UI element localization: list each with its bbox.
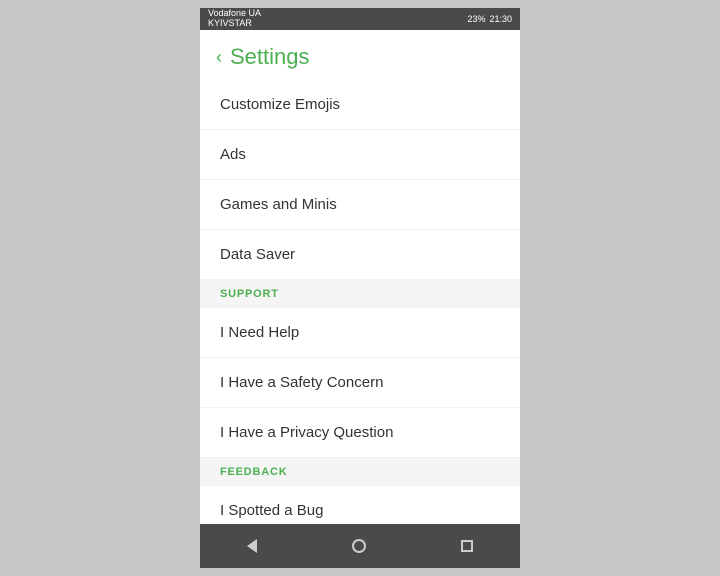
menu-item-customize-emojis[interactable]: Customize Emojis xyxy=(200,80,520,130)
app-content: ‹ Settings Customize Emojis Ads Games an… xyxy=(200,30,520,524)
network-name: KYIVSTAR xyxy=(208,19,261,29)
section-support: I Need Help I Have a Safety Concern I Ha… xyxy=(200,308,520,458)
menu-item-i-have-a-privacy-question[interactable]: I Have a Privacy Question xyxy=(200,408,520,458)
back-arrow-icon[interactable]: ‹ xyxy=(216,48,222,66)
menu-item-i-spotted-a-bug[interactable]: I Spotted a Bug xyxy=(200,486,520,524)
section-header-support: SUPPORT xyxy=(200,280,520,308)
status-right: 23% 21:30 xyxy=(467,14,512,24)
phone-frame: Vodafone UA KYIVSTAR 23% 21:30 ‹ Setting… xyxy=(200,8,520,568)
carrier-info: Vodafone UA KYIVSTAR xyxy=(208,9,261,29)
settings-header: ‹ Settings xyxy=(200,30,520,80)
battery-level: 23% xyxy=(467,14,485,24)
nav-bar xyxy=(200,524,520,568)
menu-item-data-saver[interactable]: Data Saver xyxy=(200,230,520,280)
menu-item-i-have-a-safety-concern[interactable]: I Have a Safety Concern xyxy=(200,358,520,408)
section-general: Customize Emojis Ads Games and Minis Dat… xyxy=(200,80,520,280)
home-circle-icon xyxy=(352,539,366,553)
section-feedback: I Spotted a Bug I Have a Suggestion Made… xyxy=(200,486,520,524)
nav-back-button[interactable] xyxy=(231,531,273,561)
back-triangle-icon xyxy=(247,539,257,553)
nav-home-button[interactable] xyxy=(336,531,382,561)
menu-item-i-need-help[interactable]: I Need Help xyxy=(200,308,520,358)
time-display: 21:30 xyxy=(489,14,512,24)
menu-item-ads[interactable]: Ads xyxy=(200,130,520,180)
menu-item-games-and-minis[interactable]: Games and Minis xyxy=(200,180,520,230)
page-title: Settings xyxy=(230,44,310,70)
section-header-feedback: FEEDBACK xyxy=(200,458,520,486)
status-bar: Vodafone UA KYIVSTAR 23% 21:30 xyxy=(200,8,520,30)
nav-recent-button[interactable] xyxy=(445,532,489,560)
recent-square-icon xyxy=(461,540,473,552)
